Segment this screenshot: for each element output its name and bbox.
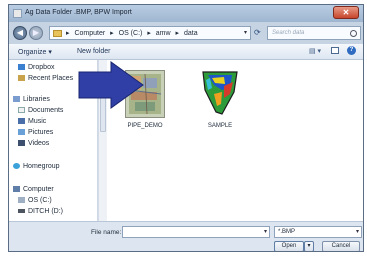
nav-item-ditch-d[interactable]: DITCH (D:): [18, 208, 63, 215]
address-row: ◀ ▶ ▸ Computer ▸ OS (C:) ▸ amw ▸ data ▾ …: [9, 22, 363, 44]
breadcrumb-computer[interactable]: Computer: [74, 30, 105, 37]
chevron-down-icon: ▾: [355, 229, 359, 235]
cancel-button[interactable]: Cancel: [322, 241, 360, 251]
search-icon: [350, 30, 357, 37]
computer-icon: [13, 186, 20, 193]
drive-icon: [18, 197, 25, 204]
chevron-down-icon[interactable]: ▾: [264, 228, 267, 235]
file-name-label: File name:: [91, 229, 122, 236]
file-open-dialog: Ag Data Folder .BMP, BPW Import ✕ ◀ ▶ ▸ …: [8, 4, 364, 252]
file-item-sample[interactable]: SAMPLE: [190, 68, 250, 129]
homegroup-icon: [13, 163, 20, 170]
videos-icon: [18, 140, 25, 147]
window-title: Ag Data Folder .BMP, BPW Import: [25, 9, 132, 16]
file-name: SAMPLE: [207, 123, 233, 129]
view-options-icon[interactable]: ▤ ▾: [309, 47, 323, 55]
breadcrumb: ▸ Computer ▸ OS (C:) ▸ amw ▸ data: [66, 29, 201, 37]
breadcrumb-separator-icon: ▸: [110, 30, 114, 37]
command-bar: Organize ▾ New folder ▤ ▾ ?: [9, 44, 363, 60]
breadcrumb-data[interactable]: data: [184, 30, 198, 37]
title-bar[interactable]: Ag Data Folder .BMP, BPW Import ✕: [9, 5, 363, 22]
nav-item-music[interactable]: Music: [18, 118, 46, 125]
open-button[interactable]: Open: [274, 241, 304, 251]
documents-icon: [18, 107, 25, 114]
dropbox-icon: [18, 64, 25, 71]
nav-item-documents[interactable]: Documents: [18, 107, 63, 114]
nav-item-libraries[interactable]: Libraries: [13, 96, 50, 103]
address-dropdown-icon[interactable]: ▾: [244, 29, 247, 36]
file-type-value: *.BMP: [278, 229, 296, 235]
breadcrumb-separator-icon: ▸: [175, 30, 180, 37]
bottom-bar: File name: ▾ *.BMP ▾ Open ▾ Cancel: [9, 221, 363, 251]
nav-item-computer[interactable]: Computer: [13, 186, 54, 193]
drive-icon: [18, 209, 25, 214]
breadcrumb-separator-icon: ▸: [147, 30, 151, 37]
libraries-icon: [13, 96, 20, 103]
close-button[interactable]: ✕: [333, 6, 359, 19]
file-name-input[interactable]: ▾: [122, 226, 270, 238]
field-map-thumbnail-icon: [202, 71, 238, 115]
nav-item-os-c[interactable]: OS (C:): [18, 197, 52, 204]
nav-item-pictures[interactable]: Pictures: [18, 129, 53, 136]
file-name: PIPE_DEMO: [127, 123, 163, 129]
pictures-icon: [18, 129, 25, 136]
forward-button[interactable]: ▶: [29, 26, 43, 40]
music-icon: [18, 118, 25, 125]
help-icon[interactable]: ?: [347, 46, 356, 55]
breadcrumb-amw[interactable]: amw: [156, 30, 171, 37]
arrow-pointer-icon: [78, 61, 144, 109]
app-icon: [13, 9, 22, 18]
address-bar[interactable]: ▸ Computer ▸ OS (C:) ▸ amw ▸ data ▾: [49, 26, 251, 40]
recent-places-icon: [18, 75, 25, 82]
open-options-button[interactable]: ▾: [304, 241, 314, 251]
new-folder-button[interactable]: New folder: [77, 48, 110, 55]
nav-item-recent-places[interactable]: Recent Places: [18, 75, 73, 82]
search-placeholder: Search data: [272, 30, 305, 36]
refresh-icon[interactable]: ⟳: [254, 28, 261, 37]
nav-item-dropbox[interactable]: Dropbox: [18, 64, 54, 71]
breadcrumb-separator-icon: ▸: [66, 30, 70, 37]
nav-item-videos[interactable]: Videos: [18, 140, 49, 147]
back-button[interactable]: ◀: [13, 26, 27, 40]
file-type-select[interactable]: *.BMP ▾: [274, 226, 362, 238]
nav-item-homegroup[interactable]: Homegroup: [13, 163, 60, 170]
folder-icon: [53, 30, 62, 37]
search-input[interactable]: Search data: [267, 26, 361, 40]
organize-menu[interactable]: Organize ▾: [18, 48, 52, 56]
preview-pane-icon[interactable]: [331, 47, 339, 54]
breadcrumb-os-c[interactable]: OS (C:): [119, 30, 143, 37]
